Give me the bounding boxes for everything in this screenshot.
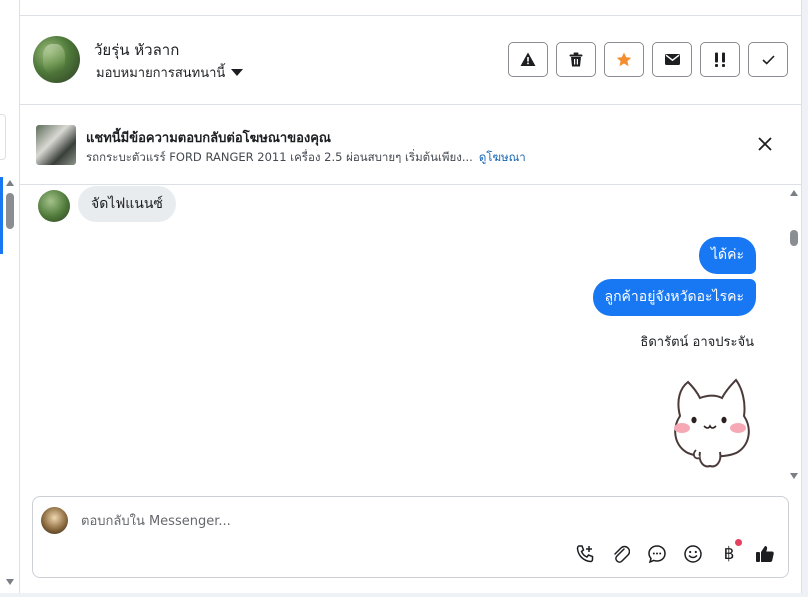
reply-composer: ฿ [32,496,789,578]
payment-button[interactable]: ฿ [718,539,742,565]
view-ad-link[interactable]: ดูโฆษณา [479,150,526,164]
active-indicator [0,177,3,254]
outgoing-message[interactable]: ลูกค้าอยู่จังหวัดอะไรคะ [592,279,756,316]
scroll-up-arrow[interactable] [6,180,14,186]
top-strip [20,0,801,16]
attach-button[interactable] [610,543,632,565]
ad-thumbnail[interactable] [36,125,76,165]
call-button[interactable] [574,543,596,565]
mark-done-button[interactable] [748,42,788,77]
message-list: จัดไฟแนนซ์ ได้ค่ะ ลูกค้าอยู่จังหวัดอะไรค… [20,186,790,486]
emoji-button[interactable] [682,543,704,565]
ad-notice-title: แชทนี้มีข้อความตอบกลับต่อโฆษณาของคุณ [86,131,331,146]
delete-button[interactable] [556,42,596,77]
action-toolbar [508,42,788,77]
composer-tools: ฿ [574,539,776,565]
reply-input[interactable] [81,509,681,533]
conversation-header: วัยรุ่น หัวลาก มอบหมายการสนทนานี้ [20,16,801,105]
left-panel-edge [0,114,6,160]
paperclip-icon [614,545,630,563]
ad-description-text: รถกระบะตัวแรร์ FORD RANGER 2011 เครื่อง … [86,150,473,164]
assign-label: มอบหมายการสนทนานี้ [96,66,226,81]
sender-name: ธิดารัตน์ อาจประจัน [640,335,754,350]
ad-reply-notice: แชทนี้มีข้อความตอบกลับต่อโฆษณาของคุณ รถก… [20,105,801,185]
warning-icon [520,52,536,66]
ad-description: รถกระบะตัวแรร์ FORD RANGER 2011 เครื่อง … [86,149,526,167]
smiley-icon [684,545,702,563]
follow-up-icon [715,52,725,67]
thumbs-up-icon [756,546,774,562]
star-button[interactable] [604,42,644,77]
outgoing-message[interactable]: ได้ค่ะ [698,237,756,274]
scroll-up-arrow[interactable] [790,190,798,196]
report-spam-button[interactable] [508,42,548,77]
cat-sticker[interactable] [666,376,756,472]
scroll-down-arrow[interactable] [6,579,14,585]
avatar[interactable] [33,36,80,83]
star-icon [616,52,632,67]
caret-down-icon [231,69,244,76]
trash-icon [569,52,583,67]
sender-avatar [38,190,70,222]
chat-scrollbar[interactable] [789,186,799,486]
mark-unread-button[interactable] [652,42,692,77]
contact-name[interactable]: วัยรุ่น หัวลาก [94,38,179,62]
chat-bubble-icon [648,545,666,564]
scroll-down-arrow[interactable] [790,473,798,479]
left-scroll-rail [0,0,20,593]
check-icon [761,54,775,65]
incoming-message[interactable]: จัดไฟแนนซ์ [78,186,176,222]
notification-dot [735,539,742,546]
close-icon[interactable] [757,136,773,152]
assign-conversation-dropdown[interactable]: มอบหมายการสนทนานี้ [96,62,244,83]
saved-replies-button[interactable] [646,543,668,565]
like-button[interactable] [754,543,776,565]
envelope-icon [664,54,680,65]
scrollbar-thumb[interactable] [790,230,798,246]
baht-icon: ฿ [723,544,735,564]
phone-plus-icon [576,545,594,563]
conversation-panel: วัยรุ่น หัวลาก มอบหมายการสนทนานี้ แชทนี้… [20,0,802,593]
follow-up-button[interactable] [700,42,740,77]
my-avatar [41,507,68,534]
scrollbar-thumb[interactable] [6,193,14,229]
